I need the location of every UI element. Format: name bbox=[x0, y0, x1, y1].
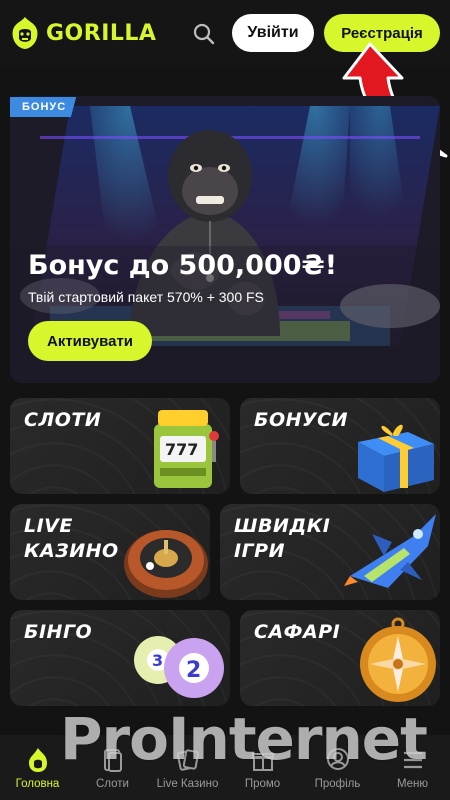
category-card-slots[interactable]: СЛОТИ 777 bbox=[10, 398, 230, 494]
nav-live-casino[interactable]: Live Казино bbox=[150, 735, 225, 800]
nav-menu[interactable]: Меню bbox=[375, 735, 450, 800]
compass-icon bbox=[360, 617, 436, 702]
nav-promo[interactable]: Промо bbox=[225, 735, 300, 800]
flame-icon bbox=[28, 748, 47, 772]
nav-profile[interactable]: Профіль bbox=[300, 735, 375, 800]
nav-home[interactable]: Головна bbox=[0, 735, 75, 800]
bingo-balls-icon: 3 2 bbox=[134, 636, 224, 698]
register-button[interactable]: Реєстрація bbox=[324, 14, 440, 52]
svg-text:2: 2 bbox=[186, 658, 201, 683]
svg-text:777: 777 bbox=[165, 440, 198, 459]
cards-icon bbox=[103, 749, 122, 772]
roulette-wheel-icon bbox=[124, 530, 208, 598]
nav-slots[interactable]: Слоти bbox=[75, 735, 150, 800]
slot-machine-icon: 777 bbox=[154, 410, 219, 488]
jet-plane-icon bbox=[344, 514, 436, 588]
category-label: ШВИДКІ ІГРИ bbox=[234, 515, 331, 562]
live-cards-icon bbox=[176, 749, 199, 771]
category-label: БІНГО bbox=[24, 621, 93, 643]
user-icon bbox=[326, 748, 349, 770]
bottom-navigation: Головна Слоти Live Казино Промо Профіль bbox=[0, 735, 450, 800]
category-card-fast-games[interactable]: ШВИДКІ ІГРИ bbox=[220, 504, 440, 600]
logo[interactable]: GORILLA bbox=[10, 16, 156, 50]
login-button[interactable]: Увійти bbox=[232, 14, 314, 52]
top-header: GORILLA Увійти Реєстрація bbox=[0, 0, 450, 66]
logo-text: GORILLA bbox=[46, 20, 157, 46]
gift-icon bbox=[251, 753, 274, 771]
bonus-tag: БОНУС bbox=[10, 97, 77, 117]
svg-text:3: 3 bbox=[152, 651, 163, 670]
hamburger-icon bbox=[403, 751, 422, 769]
category-label: СЛОТИ bbox=[24, 409, 102, 431]
hero-subtitle: Твій стартовий пакет 570% + 300 FS bbox=[28, 289, 264, 305]
hero-title: Бонус до 500,000₴! bbox=[28, 250, 338, 281]
category-card-bingo[interactable]: БІНГО 3 2 bbox=[10, 610, 230, 706]
category-card-safari[interactable]: САФАРІ bbox=[240, 610, 440, 706]
gorilla-logo-icon bbox=[12, 17, 38, 49]
category-card-bonuses[interactable]: БОНУСИ bbox=[240, 398, 440, 494]
search-icon[interactable] bbox=[192, 22, 216, 46]
category-label: LIVE КАЗИНО bbox=[24, 515, 119, 562]
gift-box-icon bbox=[358, 424, 434, 492]
category-label: БОНУСИ bbox=[254, 409, 349, 431]
category-card-live-casino[interactable]: LIVE КАЗИНО bbox=[10, 504, 210, 600]
activate-button[interactable]: Активувати bbox=[28, 321, 152, 361]
category-label: САФАРІ bbox=[254, 621, 341, 643]
